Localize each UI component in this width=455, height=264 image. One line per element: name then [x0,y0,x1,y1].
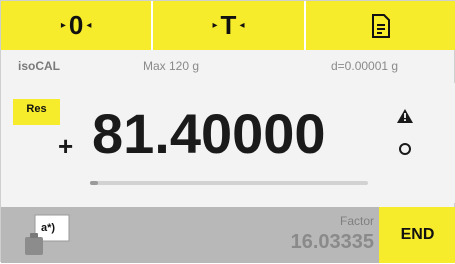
stability-circle-icon [399,143,411,155]
mode-label: isoCAL [18,59,60,73]
max-capacity: Max 120 g [143,59,200,73]
factor-label: Factor [339,214,374,228]
weight-icon-text: a*) [41,222,55,234]
zero-button-label: 0 [68,10,84,40]
tare-button[interactable]: ▸ T ◂ [153,1,306,50]
document-print-icon [371,13,390,38]
weight-function-icon: a*) [25,214,70,255]
result-panel: Res + 81.40000 [1,83,455,203]
weight-value: 81.40000 [92,102,326,165]
zero-button[interactable]: ▸ 0 ◂ [1,1,154,50]
weight-function-button[interactable]: a*) [21,213,71,259]
balance-screen: ▸ 0 ◂ ▸ T ◂ isoCAL Max 120 g d=0.00001 g… [0,0,455,263]
capacity-progress [90,181,368,185]
factor-value: 16.03335 [290,231,374,253]
top-action-bar: ▸ 0 ◂ ▸ T ◂ [1,1,455,50]
end-button[interactable]: END [379,207,455,263]
warning-triangle-icon [397,109,413,123]
capacity-progress-fill [90,181,99,185]
info-line: isoCAL Max 120 g d=0.00001 g [1,53,455,75]
arrow-left-icon: ◂ [239,20,245,31]
readability: d=0.00001 g [331,59,399,73]
arrow-right-icon: ▸ [60,20,66,31]
sign: + [58,131,74,161]
print-button[interactable] [305,1,455,50]
arrow-right-icon: ▸ [212,20,218,31]
arrow-left-icon: ◂ [86,20,92,31]
tare-button-label: T [220,10,237,40]
result-badge: Res [13,99,60,125]
bottom-bar: a*) Factor 16.03335 END [1,207,455,263]
